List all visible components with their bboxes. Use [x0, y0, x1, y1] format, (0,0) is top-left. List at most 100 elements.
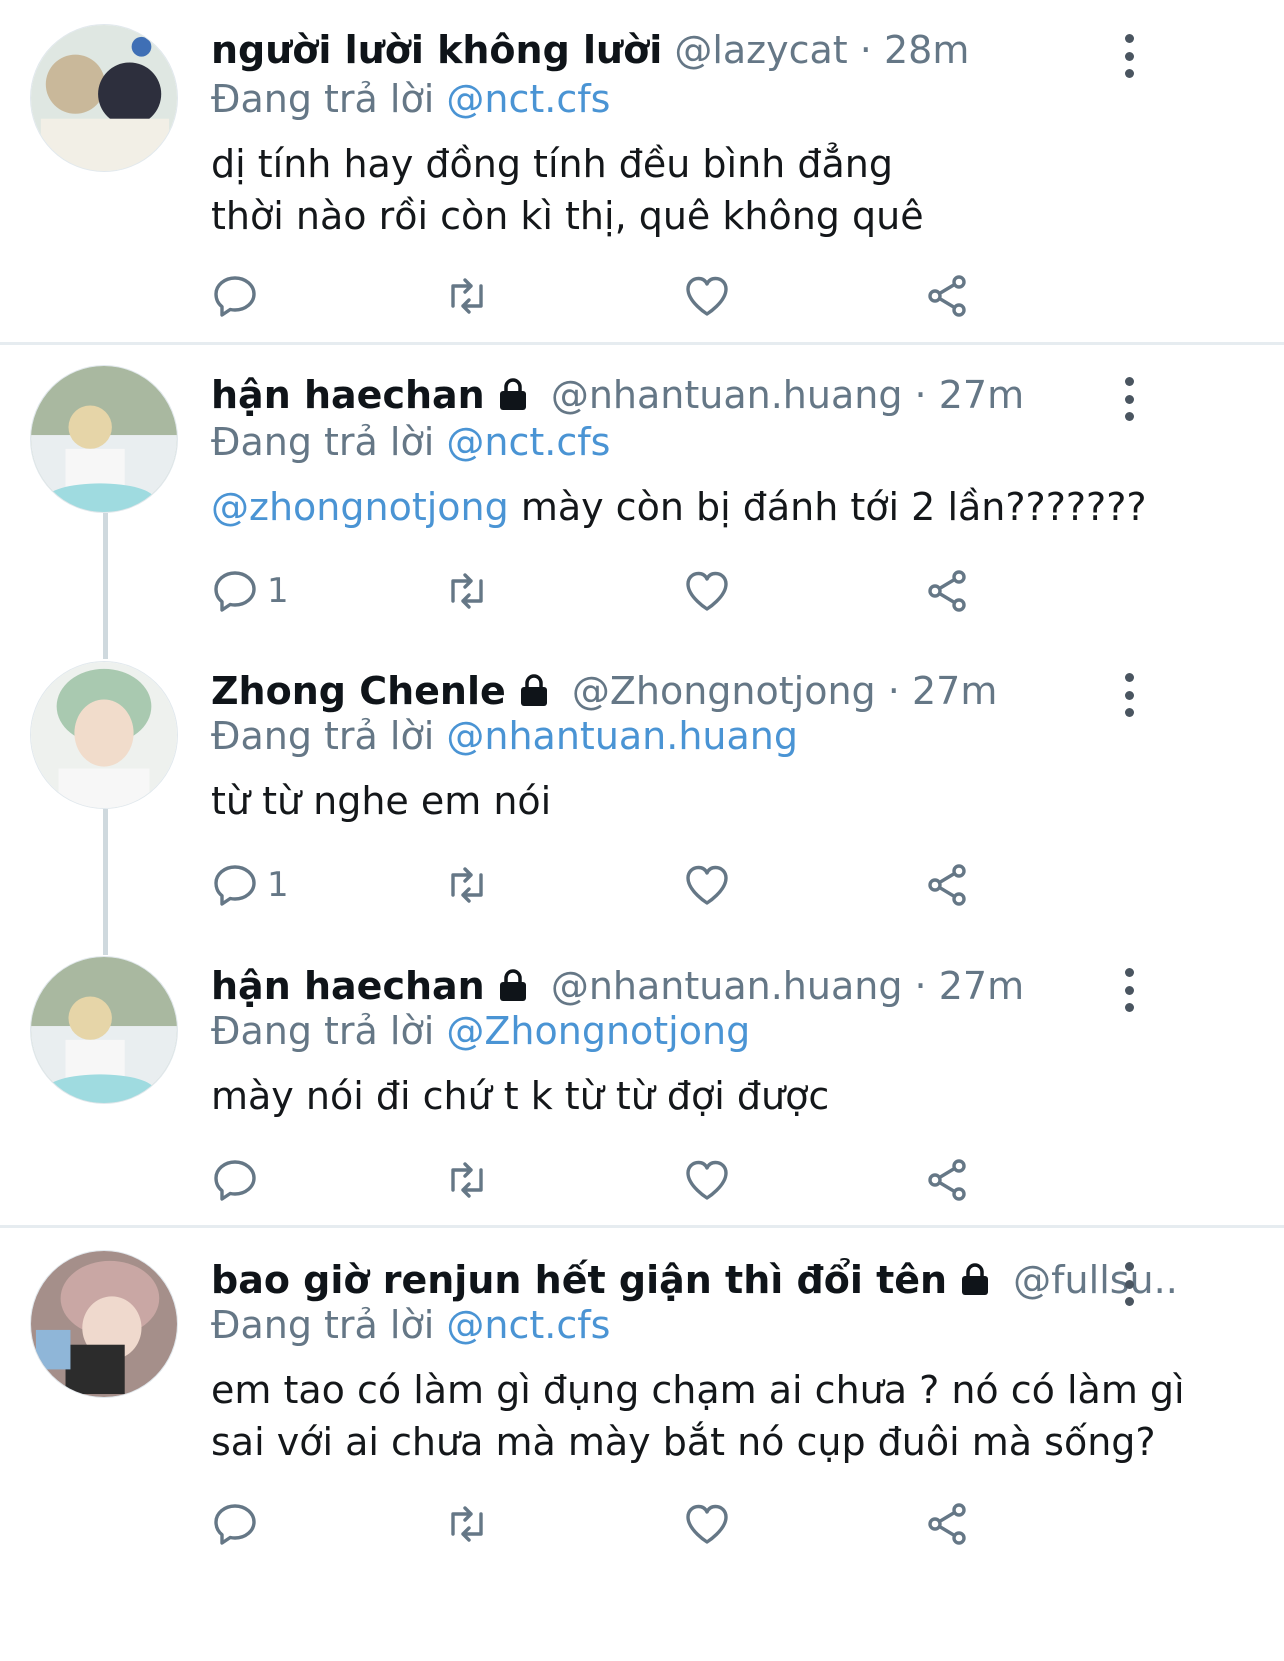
display-name[interactable]: người lười không lười	[211, 28, 662, 72]
tweet-text-line: dị tính hay đồng tính đều bình đẳng	[211, 142, 893, 186]
tweet-text: em tao có làm gì đụng chạm ai chưa ? nó …	[211, 1364, 1214, 1468]
share-button[interactable]	[923, 1150, 971, 1210]
reply-button[interactable]	[211, 1494, 267, 1554]
tweet-text-line: từ từ nghe em nói	[211, 779, 552, 823]
user-handle[interactable]: @nhantuan.huang	[551, 373, 903, 417]
reply-prefix: Đang trả lời	[211, 77, 435, 121]
like-button[interactable]	[683, 266, 731, 326]
more-options-icon[interactable]	[1114, 377, 1144, 421]
reply-context: Đang trả lời @Zhongnotjong	[211, 1006, 750, 1056]
timestamp[interactable]: 27m	[939, 373, 1024, 417]
like-button[interactable]	[683, 1494, 731, 1554]
share-icon	[928, 275, 966, 317]
reply-count: 1	[267, 571, 289, 611]
lock-icon	[499, 378, 526, 410]
reply-prefix: Đang trả lời	[211, 1303, 435, 1347]
retweet-button[interactable]	[443, 855, 491, 915]
reply-icon	[214, 865, 256, 906]
display-name[interactable]: Zhong Chenle	[211, 669, 506, 713]
separator-dot: ·	[914, 964, 927, 1008]
reply-context: Đang trả lời @nct.cfs	[211, 417, 610, 467]
reply-icon	[214, 571, 256, 612]
tweet-text-line: em tao có làm gì đụng chạm ai chưa ? nó …	[211, 1368, 1185, 1412]
lock-icon	[499, 969, 526, 1001]
heart-icon	[686, 1160, 728, 1200]
action-bar	[211, 1150, 1111, 1210]
avatar-image-photo	[31, 662, 177, 808]
reply-icon	[214, 1160, 256, 1201]
retweet-icon	[451, 573, 483, 609]
more-options-icon[interactable]	[1114, 673, 1144, 717]
like-button[interactable]	[683, 855, 731, 915]
retweet-icon	[451, 867, 483, 903]
avatar[interactable]	[30, 24, 178, 172]
share-button[interactable]	[923, 266, 971, 326]
reply-prefix: Đang trả lời	[211, 420, 435, 464]
display-name[interactable]: hận haechan	[211, 964, 485, 1008]
timestamp[interactable]: 27m	[939, 964, 1024, 1008]
more-options-icon[interactable]	[1114, 1262, 1144, 1306]
like-button[interactable]	[683, 1150, 731, 1210]
timestamp[interactable]: 27m	[912, 669, 997, 713]
separator-dot: ·	[914, 373, 927, 417]
reply-to-mention[interactable]: @nhantuan.huang	[446, 714, 798, 758]
avatar[interactable]	[30, 661, 178, 809]
avatar[interactable]	[30, 956, 178, 1104]
share-button[interactable]	[923, 561, 971, 621]
reply-to-mention[interactable]: @nct.cfs	[446, 420, 610, 464]
reply-count: 1	[267, 865, 289, 905]
reply-prefix: Đang trả lời	[211, 1009, 435, 1053]
share-button[interactable]	[923, 855, 971, 915]
tweet-text: dị tính hay đồng tính đều bình đẳng thời…	[211, 138, 1214, 242]
avatar-image-photo	[31, 366, 177, 512]
like-button[interactable]	[683, 561, 731, 621]
share-icon	[928, 570, 966, 612]
share-button[interactable]	[923, 1494, 971, 1554]
retweet-button[interactable]	[443, 561, 491, 621]
avatar[interactable]	[30, 1250, 178, 1398]
reply-button[interactable]: 1	[211, 561, 289, 621]
thread-line	[103, 513, 108, 659]
retweet-icon	[451, 278, 483, 314]
body-mention[interactable]: @zhongnotjong	[211, 485, 509, 529]
reply-button[interactable]	[211, 266, 267, 326]
user-handle[interactable]: @Zhongnotjong	[572, 669, 876, 713]
tweet-header: hận haechan @nhantuan.huang · 27m	[211, 367, 1174, 423]
reply-button[interactable]: 1	[211, 855, 289, 915]
action-bar: 1	[211, 855, 1111, 915]
reply-prefix: Đang trả lời	[211, 714, 435, 758]
display-name[interactable]: bao giờ renjun hết giận thì đổi tên	[211, 1258, 947, 1302]
action-bar	[211, 266, 1111, 326]
more-options-icon[interactable]	[1114, 968, 1144, 1012]
timestamp[interactable]: 28m	[884, 28, 969, 72]
reply-to-mention[interactable]: @nct.cfs	[446, 1303, 610, 1347]
reply-to-mention[interactable]: @Zhongnotjong	[446, 1009, 750, 1053]
retweet-button[interactable]	[443, 1150, 491, 1210]
heart-icon	[686, 571, 728, 611]
user-handle[interactable]: @lazycat	[674, 28, 847, 72]
action-bar	[211, 1494, 1111, 1554]
tweet-text: từ từ nghe em nói	[211, 775, 1214, 827]
retweet-icon	[451, 1506, 483, 1542]
separator-dot: ·	[859, 28, 872, 72]
display-name[interactable]: hận haechan	[211, 373, 485, 417]
avatar-image-anime	[31, 25, 177, 171]
avatar[interactable]	[30, 365, 178, 513]
user-handle[interactable]: @nhantuan.huang	[551, 964, 903, 1008]
reply-context: Đang trả lời @nct.cfs	[211, 1300, 610, 1350]
reply-to-mention[interactable]: @nct.cfs	[446, 77, 610, 121]
more-options-icon[interactable]	[1114, 34, 1144, 78]
share-icon	[928, 864, 966, 906]
reply-context: Đang trả lời @nct.cfs	[211, 74, 610, 124]
retweet-button[interactable]	[443, 266, 491, 326]
reply-icon	[214, 1504, 256, 1545]
separator-dot: ·	[887, 669, 900, 713]
reply-button[interactable]	[211, 1150, 267, 1210]
avatar-image-photo	[31, 1251, 177, 1397]
avatar-image-photo	[31, 957, 177, 1103]
user-handle[interactable]: @fullsu...	[1013, 1258, 1174, 1302]
tweet-text-line: mày nói đi chứ t k từ từ đợi được	[211, 1074, 830, 1118]
retweet-button[interactable]	[443, 1494, 491, 1554]
tweet-text-line: sai với ai chưa mà mày bắt nó cụp đuôi m…	[211, 1420, 1156, 1464]
retweet-icon	[451, 1162, 483, 1198]
